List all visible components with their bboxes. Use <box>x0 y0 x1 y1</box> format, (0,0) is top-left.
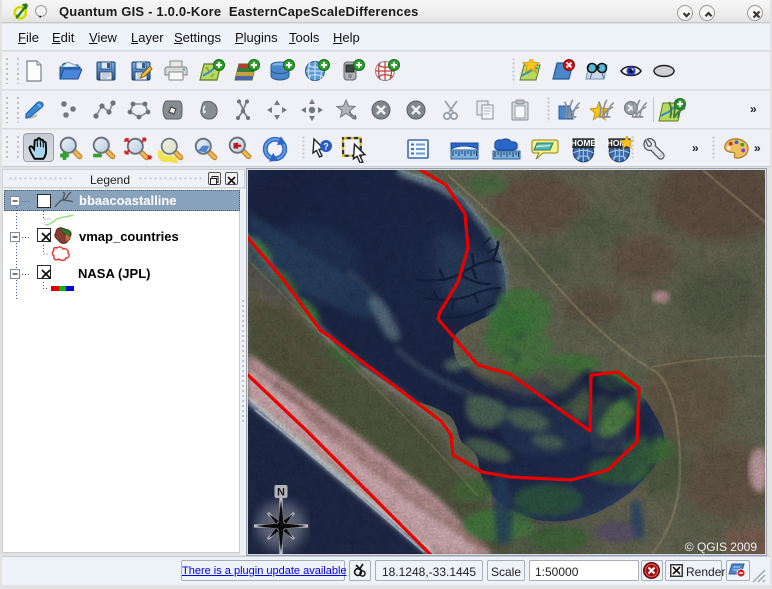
svg-text:?: ? <box>323 142 329 152</box>
svg-text:N: N <box>277 487 285 499</box>
svg-text:© QGIS 2009: © QGIS 2009 <box>685 540 758 554</box>
